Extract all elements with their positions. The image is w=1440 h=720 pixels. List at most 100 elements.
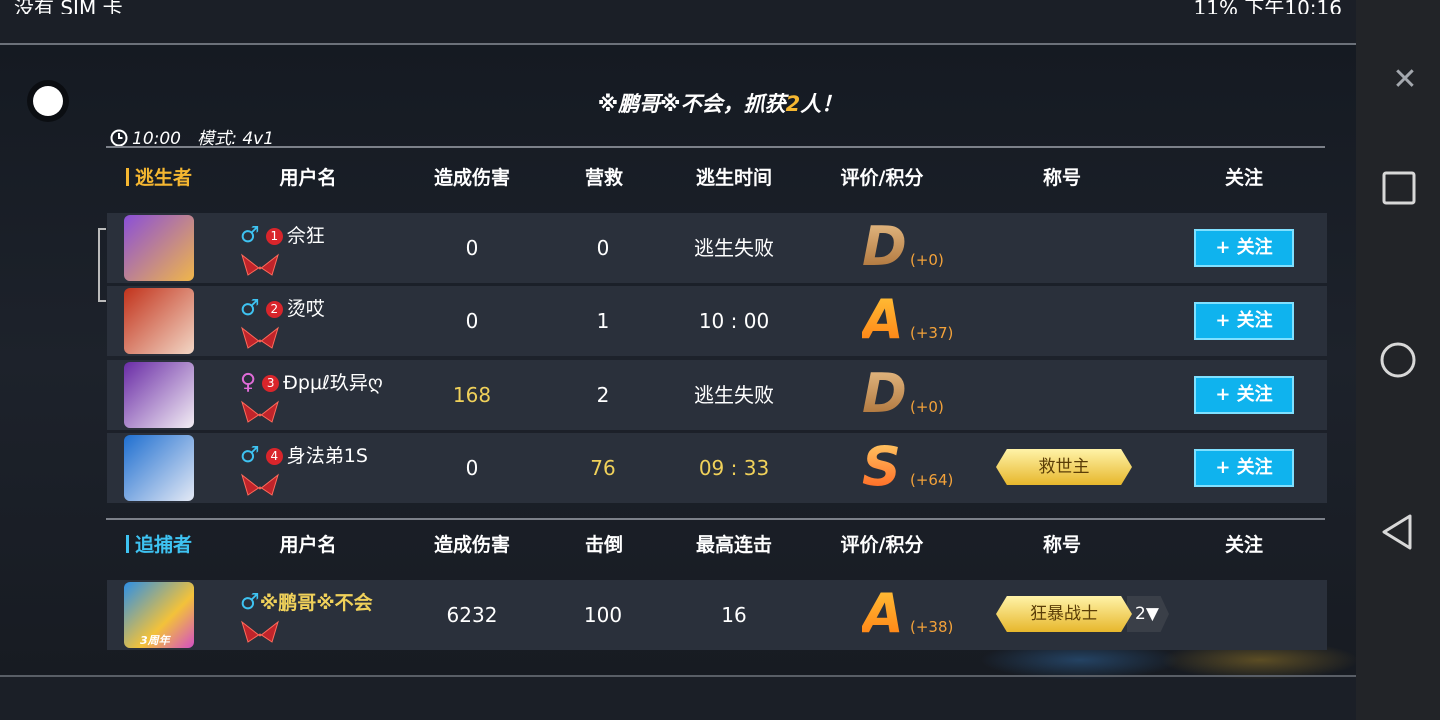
col-damage: 造成伤害 [433, 534, 511, 556]
player-name-block: ♀ 3 Ɖpμℓ玖异ღ [240, 368, 383, 430]
player-name[interactable]: 佘狂 [287, 225, 325, 247]
title-count-dropdown[interactable]: 2▼ [1127, 596, 1169, 632]
escape-time-value: 10 : 00 [698, 309, 770, 333]
follow-button[interactable]: + 关注 [1194, 376, 1294, 414]
avatar[interactable] [124, 215, 194, 281]
damage-value: 0 [465, 309, 479, 333]
clock-icon [110, 129, 128, 152]
col-username: 用户名 [279, 534, 337, 556]
rank-crest-icon [241, 253, 279, 276]
col-follow: 关注 [1224, 167, 1264, 189]
square-nav-icon[interactable] [1378, 168, 1418, 208]
rescue-value: 1 [596, 309, 610, 333]
chaser-role-label: 追捕者 [126, 530, 192, 557]
title-badge[interactable]: 狂暴战士 [996, 596, 1132, 632]
rescue-value: 76 [590, 456, 616, 480]
damage-value: 0 [465, 456, 479, 480]
col-combo: 最高连击 [695, 534, 773, 556]
rank-crest-icon [241, 620, 279, 643]
status-right: 11% 下午10:16 [1193, 0, 1342, 14]
grade-badge: A (+38) [862, 582, 962, 645]
table-row: ♂ 4 身法弟1S 0 76 09 : 33 S (+64) 救世主 + 关注 [107, 433, 1327, 503]
chaser-header: 追捕者 用户名 造成伤害 击倒 最高连击 评价/积分 称号 关注 [106, 530, 1326, 560]
top-divider [0, 43, 1356, 45]
rank-badge: 3 [262, 375, 280, 392]
grade-letter: S [862, 435, 901, 498]
follow-button[interactable]: + 关注 [1194, 302, 1294, 340]
section-divider [106, 518, 1325, 520]
grade-points: (+64) [910, 471, 954, 489]
male-icon: ♂ [240, 296, 260, 321]
male-icon: ♂ [240, 223, 260, 248]
headline-suffix: 人！ [800, 92, 843, 116]
player-name[interactable]: 烫哎 [287, 298, 325, 320]
grade-badge: A (+37) [862, 288, 962, 351]
grade-badge: D (+0) [862, 362, 962, 425]
table-row: ♂ 1 佘狂 0 0 逃生失败 D (+0) + 关注 [107, 213, 1327, 283]
grade-points: (+0) [910, 251, 944, 269]
circle-nav-icon[interactable] [1378, 340, 1418, 380]
status-bar: 没有 SIM 卡 11% 下午10:16 [0, 0, 1356, 14]
table-row: ♀ 3 Ɖpμℓ玖异ღ 168 2 逃生失败 D (+0) + 关注 [107, 360, 1327, 430]
header-divider [106, 146, 1325, 148]
col-grade: 评价/积分 [840, 534, 924, 556]
avatar[interactable] [124, 362, 194, 428]
follow-button[interactable]: + 关注 [1194, 229, 1294, 267]
col-rescue: 营救 [584, 167, 624, 189]
follow-button[interactable]: + 关注 [1194, 449, 1294, 487]
escape-header: 逃生者 用户名 造成伤害 营救 逃生时间 评价/积分 称号 关注 [106, 163, 1326, 193]
headline-count: 2 [785, 92, 801, 116]
rank-badge: 2 [265, 301, 283, 318]
headline-prefix: ※鹏哥※不会，抓获 [597, 92, 786, 116]
player-name-block: ♂ 1 佘狂 [240, 221, 325, 283]
avatar[interactable]: 3周年 [124, 582, 194, 648]
male-icon: ♂ [240, 443, 260, 468]
escape-time-value: 逃生失败 [694, 383, 774, 407]
grade-letter: A [862, 582, 904, 645]
rank-badge: 1 [265, 228, 283, 245]
grade-points: (+0) [910, 398, 944, 416]
col-grade: 评价/积分 [840, 167, 924, 189]
female-icon: ♀ [240, 370, 257, 395]
page-title: ※鹏哥※不会，抓获2人！ [0, 88, 1440, 118]
escape-time-value: 09 : 33 [698, 456, 770, 480]
grade-points: (+38) [910, 618, 954, 636]
damage-value: 6232 [446, 603, 498, 627]
player-name-block: ♂ 2 烫哎 [240, 294, 325, 356]
title-badge[interactable]: 救世主 [996, 449, 1132, 485]
col-follow: 关注 [1224, 534, 1264, 556]
knockdown-value: 100 [583, 603, 623, 627]
male-icon: ♂ [240, 590, 260, 615]
damage-value: 168 [452, 383, 492, 407]
back-nav-icon[interactable] [1378, 512, 1418, 552]
col-escape-time: 逃生时间 [695, 167, 773, 189]
avatar[interactable] [124, 288, 194, 354]
rank-badge: 4 [265, 448, 283, 465]
grade-letter: D [862, 362, 907, 425]
table-row: 3周年 ♂※鹏哥※不会 6232 100 16 A (+38) 2▼ 狂暴战士 [107, 580, 1327, 650]
col-username: 用户名 [279, 167, 337, 189]
player-name-block: ♂※鹏哥※不会 [240, 588, 373, 650]
col-title: 称号 [1042, 534, 1082, 556]
damage-value: 0 [465, 236, 479, 260]
grade-points: (+37) [910, 324, 954, 342]
rank-crest-icon [241, 400, 279, 423]
self-indicator [98, 228, 106, 302]
col-damage: 造成伤害 [433, 167, 511, 189]
avatar[interactable] [124, 435, 194, 501]
escape-time-value: 逃生失败 [694, 236, 774, 260]
table-row: ♂ 2 烫哎 0 1 10 : 00 A (+37) + 关注 [107, 286, 1327, 356]
player-name[interactable]: ※鹏哥※不会 [260, 592, 373, 614]
grade-badge: D (+0) [862, 215, 962, 278]
player-name[interactable]: Ɖpμℓ玖异ღ [283, 372, 383, 394]
grade-letter: D [862, 215, 907, 278]
grade-badge: S (+64) [862, 435, 962, 498]
col-title: 称号 [1042, 167, 1082, 189]
status-left: 没有 SIM 卡 [14, 0, 123, 14]
grade-letter: A [862, 288, 904, 351]
rescue-value: 2 [596, 383, 610, 407]
player-name[interactable]: 身法弟1S [287, 445, 368, 467]
rank-crest-icon [241, 473, 279, 496]
player-name-block: ♂ 4 身法弟1S [240, 441, 368, 503]
bottom-divider [0, 675, 1356, 677]
